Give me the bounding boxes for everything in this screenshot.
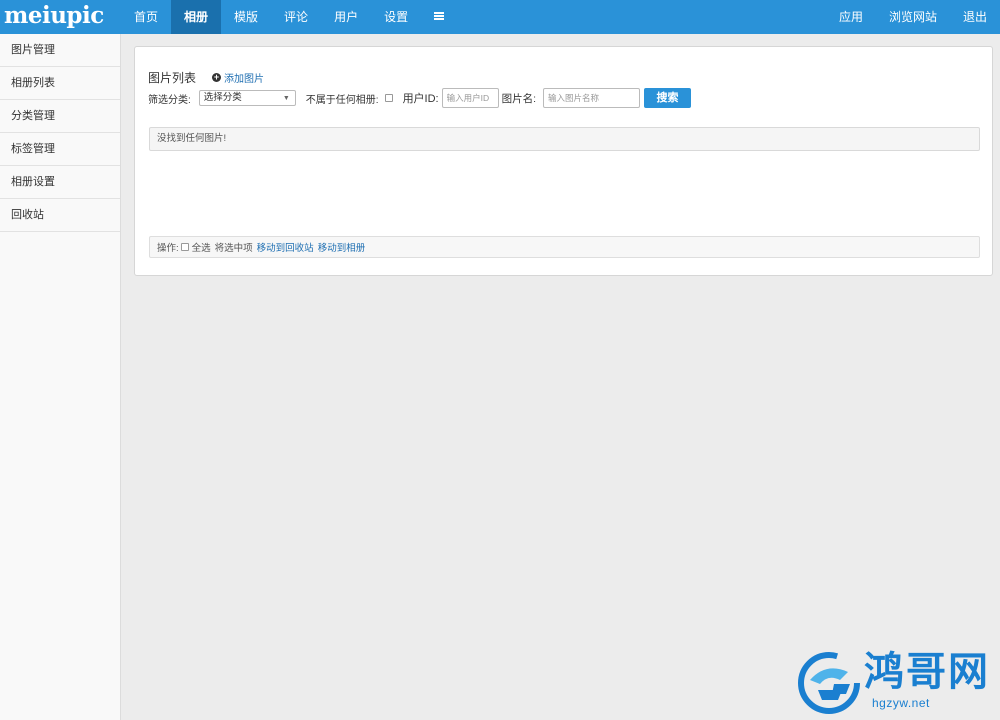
top-bar: meiupic 首页 相册 模版 评论 用户 设置 应用 浏览网站 退出 (0, 0, 1000, 34)
watermark-logo-icon (798, 652, 860, 714)
move-to-album-link[interactable]: 移动到相册 (318, 240, 366, 254)
selected-items-text: 将选中项 (214, 243, 253, 254)
app-logo[interactable]: meiupic (4, 0, 104, 34)
photo-name-label: 图片名: (501, 92, 537, 105)
batch-ops-bar: 操作: 全选 将选中项 移动到回收站 移动到相册 (149, 236, 980, 258)
sidebar-item-trash[interactable]: 回收站 (0, 199, 120, 232)
category-filter-label: 筛选分类: (148, 94, 191, 106)
photo-name-input[interactable]: 输入图片名称 (543, 88, 641, 108)
watermark-text: 鸿哥网 (864, 649, 990, 695)
nav-albums[interactable]: 相册 (171, 0, 222, 34)
empty-notice: 没找到任何图片! (149, 127, 980, 151)
nav-home[interactable]: 首页 (121, 0, 171, 34)
menu-button[interactable] (421, 0, 457, 34)
not-in-album-checkbox[interactable] (384, 94, 393, 102)
move-to-trash-link[interactable]: 移动到回收站 (257, 240, 314, 254)
add-photo-link[interactable]: + 添加图片 (212, 70, 264, 85)
select-all-label: 全选 (191, 243, 211, 254)
filter-bar: 筛选分类: 选择分类 ▼ 不属于任何相册: 用户ID: 输入用户ID 图片名: … (148, 88, 692, 108)
nav-right: 应用 浏览网站 退出 (826, 0, 1000, 34)
nav-apps[interactable]: 应用 (826, 0, 876, 34)
not-in-album-label: 不属于任何相册: (305, 94, 379, 106)
userid-label: 用户ID: (402, 93, 439, 105)
panel-header: 图片列表 + 添加图片 (148, 69, 264, 85)
category-select[interactable]: 选择分类 ▼ (198, 90, 296, 106)
sidebar-item-album-settings[interactable]: 相册设置 (0, 166, 120, 199)
watermark: 鸿哥网 hgzyw.net (796, 648, 1000, 720)
nav-comments[interactable]: 评论 (271, 0, 321, 34)
nav-users[interactable]: 用户 (321, 0, 371, 34)
nav-settings[interactable]: 设置 (371, 0, 421, 34)
plus-circle-icon: + (212, 71, 222, 82)
watermark-url: hgzyw.net (872, 696, 930, 710)
sidebar-item-album-list[interactable]: 相册列表 (0, 67, 120, 100)
sidebar: 图片管理 相册列表 分类管理 标签管理 相册设置 回收站 (0, 34, 121, 720)
category-select-value: 选择分类 (203, 92, 242, 103)
page-title: 图片列表 (148, 70, 197, 85)
sidebar-item-tag-manage[interactable]: 标签管理 (0, 133, 120, 166)
ops-label: 操作: (157, 243, 179, 254)
add-photo-label: 添加图片 (224, 73, 265, 85)
nav-view-site[interactable]: 浏览网站 (876, 0, 950, 34)
photo-list-panel: 图片列表 + 添加图片 筛选分类: 选择分类 ▼ 不属于任何相册: 用户ID: … (134, 46, 993, 276)
search-button[interactable]: 搜索 (644, 88, 692, 108)
sidebar-item-category-manage[interactable]: 分类管理 (0, 100, 120, 133)
nav-logout[interactable]: 退出 (950, 0, 1000, 34)
userid-input[interactable]: 输入用户ID (441, 88, 499, 108)
menu-icon (434, 12, 445, 20)
main-nav: 首页 相册 模版 评论 用户 设置 (121, 0, 457, 34)
caret-down-icon: ▼ (282, 95, 290, 102)
sidebar-item-photo-manage[interactable]: 图片管理 (0, 34, 120, 67)
nav-templates[interactable]: 模版 (221, 0, 271, 34)
select-all-checkbox[interactable] (180, 243, 189, 251)
